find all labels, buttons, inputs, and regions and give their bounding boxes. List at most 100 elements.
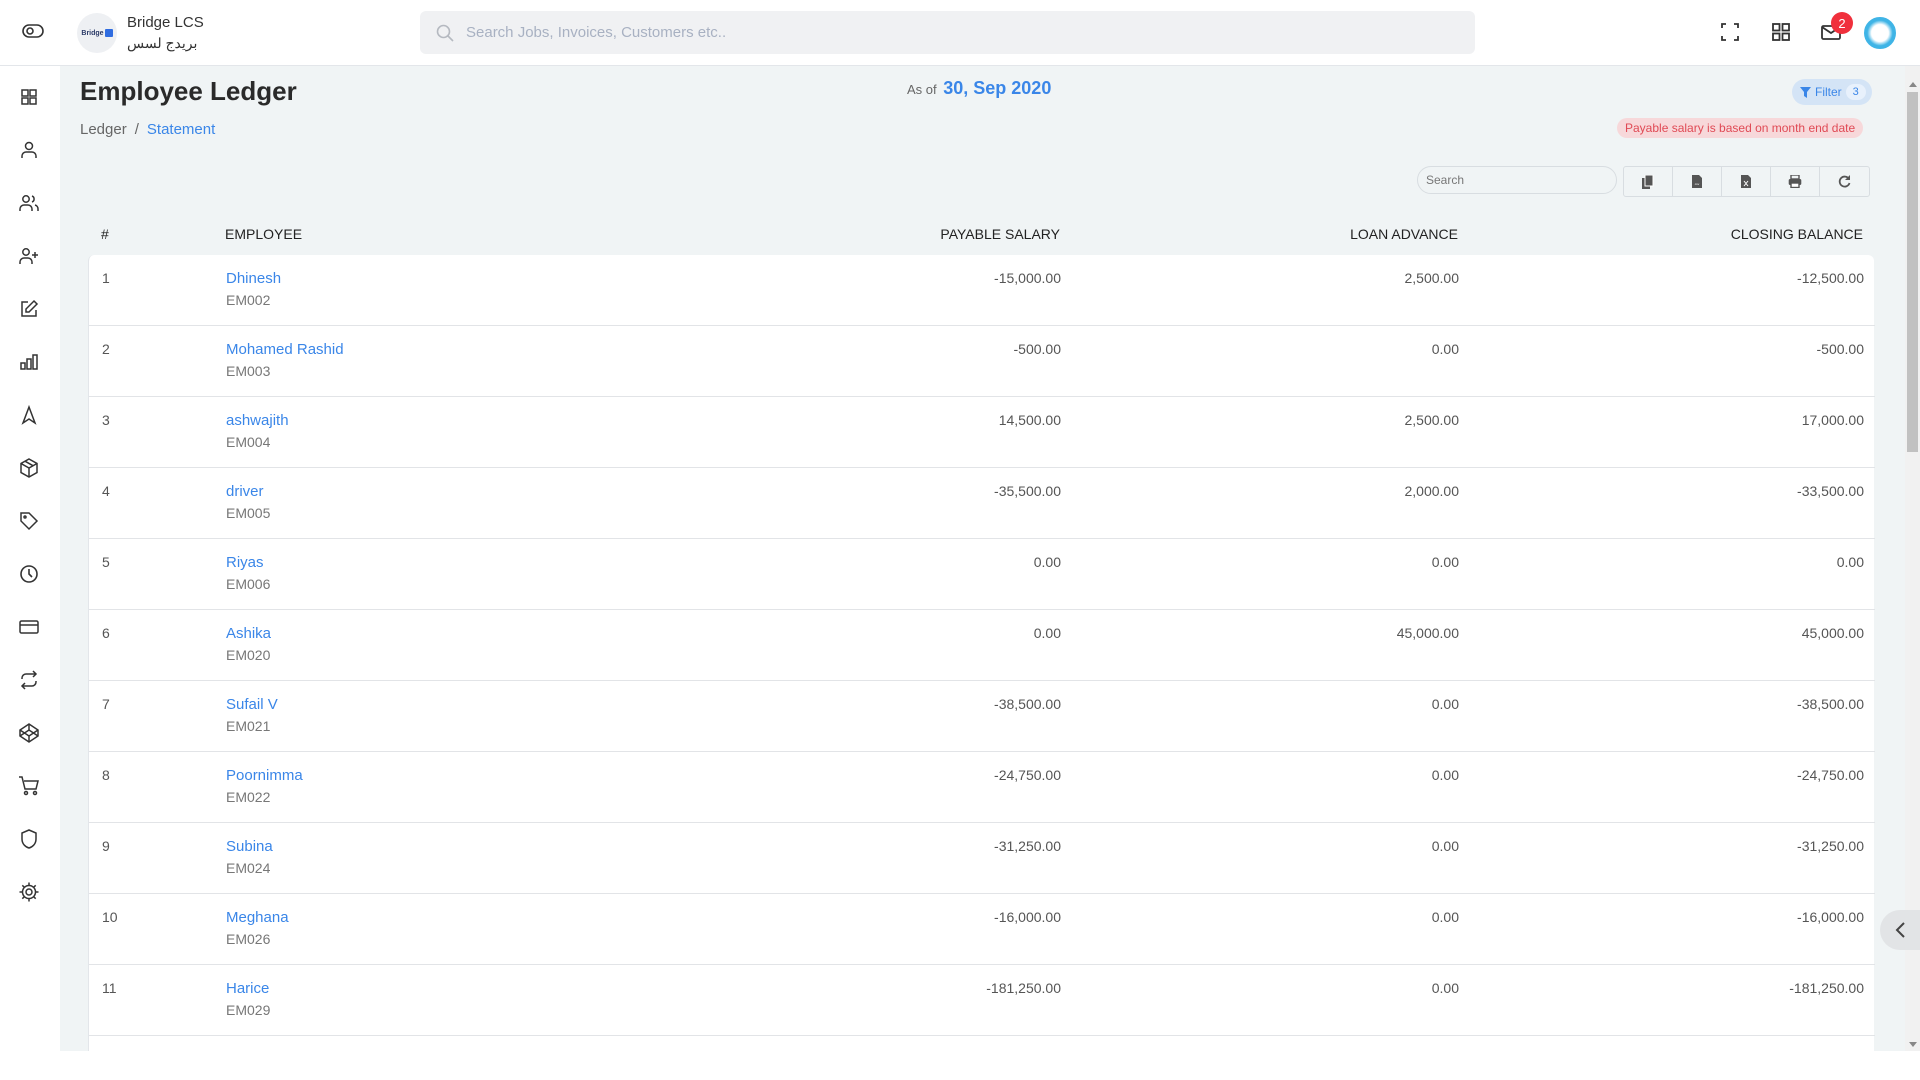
employee-name-link[interactable]: Dhinesh [226, 270, 281, 287]
bar-chart-icon[interactable] [18, 351, 40, 373]
repeat-icon[interactable] [18, 669, 40, 691]
codepen-icon[interactable] [18, 722, 40, 744]
page-title: Employee Ledger [80, 76, 297, 106]
global-search-input[interactable] [466, 24, 1366, 41]
clock-icon[interactable] [18, 563, 40, 585]
employee-name-link[interactable]: Sufail V [226, 696, 278, 713]
employee-name-link[interactable]: Subina [226, 838, 273, 855]
fullscreen-icon[interactable] [1719, 21, 1741, 43]
employee-code: EM024 [226, 860, 271, 876]
column-header-payable-salary[interactable]: PAYABLE SALARY [860, 226, 1060, 242]
row-number: 9 [102, 838, 110, 854]
navigation-icon[interactable] [18, 404, 40, 426]
filter-button[interactable]: Filter 3 [1792, 79, 1872, 105]
brand-name: Bridge LCS [127, 14, 204, 31]
payable-salary: -181,250.00 [986, 980, 1061, 996]
ledger-table: 1 Dhinesh EM002 -15,000.00 2,500.00 -12,… [88, 255, 1875, 1051]
print-button[interactable] [1771, 167, 1820, 196]
payable-salary: -35,500.00 [994, 483, 1061, 499]
employee-name-link[interactable]: ashwajith [226, 412, 289, 429]
as-of-label: As of [907, 82, 937, 97]
loan-advance: 0.00 [1431, 341, 1459, 357]
employee-name-link[interactable]: Ashika [226, 625, 271, 642]
table-search-input[interactable] [1417, 166, 1617, 194]
user-plus-icon[interactable] [18, 245, 40, 267]
scrollbar-thumb[interactable] [1907, 92, 1918, 452]
excel-button[interactable] [1722, 167, 1771, 196]
employee-name-link[interactable]: Mohamed Rashid [226, 341, 344, 358]
page-scrollbar[interactable] [1905, 66, 1920, 1051]
closing-balance: 17,000.00 [1801, 412, 1864, 428]
payable-salary: -15,000.00 [994, 270, 1061, 286]
loan-advance: 45,000.00 [1396, 625, 1459, 641]
table-row: 3 ashwajith EM004 14,500.00 2,500.00 17,… [89, 397, 1875, 468]
payable-salary: 0.00 [1033, 554, 1061, 570]
employee-code: EM022 [226, 789, 271, 805]
top-bar: Bridge Bridge LCS بريدج لسس 2 [0, 0, 1920, 66]
row-number: 5 [102, 554, 110, 570]
breadcrumb-separator: / [134, 121, 139, 138]
loan-advance: 2,000.00 [1404, 483, 1460, 499]
table-row: 5 Riyas EM006 0.00 0.00 0.00 [89, 539, 1875, 610]
tag-icon[interactable] [18, 510, 40, 532]
row-number: 4 [102, 483, 110, 499]
row-number: 10 [102, 909, 118, 925]
employee-name-link[interactable]: Meghana [226, 909, 289, 926]
scroll-up-arrow[interactable] [1909, 82, 1917, 87]
brand-logo[interactable]: Bridge [77, 13, 117, 53]
row-number: 8 [102, 767, 110, 783]
csv-button[interactable]: csv [1673, 167, 1722, 196]
payable-salary: -38,500.00 [994, 696, 1061, 712]
grid-icon[interactable] [18, 86, 40, 108]
closing-balance: -16,000.00 [1797, 909, 1864, 925]
closing-balance: -500.00 [1816, 341, 1864, 357]
shield-icon[interactable] [18, 828, 40, 850]
scroll-down-arrow[interactable] [1909, 1042, 1917, 1047]
column-header-loan-advance[interactable]: LOAN ADVANCE [1258, 226, 1458, 242]
filter-label: Filter [1815, 85, 1842, 99]
sidebar-toggle-icon[interactable] [22, 24, 44, 38]
settings-icon[interactable] [18, 881, 40, 903]
side-panel-toggle[interactable] [1880, 910, 1920, 950]
edit-icon[interactable] [18, 298, 40, 320]
payable-salary: -24,750.00 [994, 767, 1061, 783]
as-of-date: As of 30, Sep 2020 [907, 78, 1051, 99]
svg-text:csv: csv [1695, 182, 1700, 186]
as-of-date-value[interactable]: 30, Sep 2020 [943, 78, 1051, 98]
loan-advance: 2,500.00 [1404, 412, 1460, 428]
box-icon[interactable] [18, 457, 40, 479]
apps-grid-icon[interactable] [1770, 21, 1792, 43]
employee-code: EM004 [226, 434, 271, 450]
brand-name-arabic: بريدج لسس [127, 35, 198, 51]
breadcrumb-statement[interactable]: Statement [147, 121, 215, 138]
table-row: 8 Poornimma EM022 -24,750.00 0.00 -24,75… [89, 752, 1875, 823]
loan-advance: 0.00 [1431, 980, 1459, 996]
employee-name-link[interactable]: Riyas [226, 554, 264, 571]
users-icon[interactable] [18, 192, 40, 214]
filter-count: 3 [1845, 84, 1866, 100]
table-row: 11 Harice EM029 -181,250.00 0.00 -181,25… [89, 965, 1875, 1036]
table-row: 7 Sufail V EM021 -38,500.00 0.00 -38,500… [89, 681, 1875, 752]
user-avatar[interactable] [1864, 17, 1896, 49]
employee-name-link[interactable]: Poornimma [226, 767, 303, 784]
table-row: 4 driver EM005 -35,500.00 2,000.00 -33,5… [89, 468, 1875, 539]
loan-advance: 0.00 [1431, 909, 1459, 925]
closing-balance: 0.00 [1836, 554, 1864, 570]
shopping-cart-icon[interactable] [18, 775, 40, 797]
column-header-employee[interactable]: EMPLOYEE [225, 226, 302, 242]
refresh-icon [1838, 175, 1851, 188]
employee-name-link[interactable]: driver [226, 483, 264, 500]
breadcrumb-ledger[interactable]: Ledger [80, 121, 127, 138]
closing-balance: -12,500.00 [1797, 270, 1864, 286]
column-header-closing-balance[interactable]: CLOSING BALANCE [1663, 226, 1863, 242]
copy-button[interactable] [1624, 167, 1673, 196]
closing-balance: -31,250.00 [1797, 838, 1864, 854]
payable-salary: 0.00 [1033, 625, 1061, 641]
sidebar [0, 66, 60, 1080]
employee-name-link[interactable]: Harice [226, 980, 269, 997]
user-icon[interactable] [18, 139, 40, 161]
employee-code: EM003 [226, 363, 271, 379]
table-row: 1 Dhinesh EM002 -15,000.00 2,500.00 -12,… [89, 255, 1875, 326]
refresh-button[interactable] [1820, 167, 1869, 196]
credit-card-icon[interactable] [18, 616, 40, 638]
